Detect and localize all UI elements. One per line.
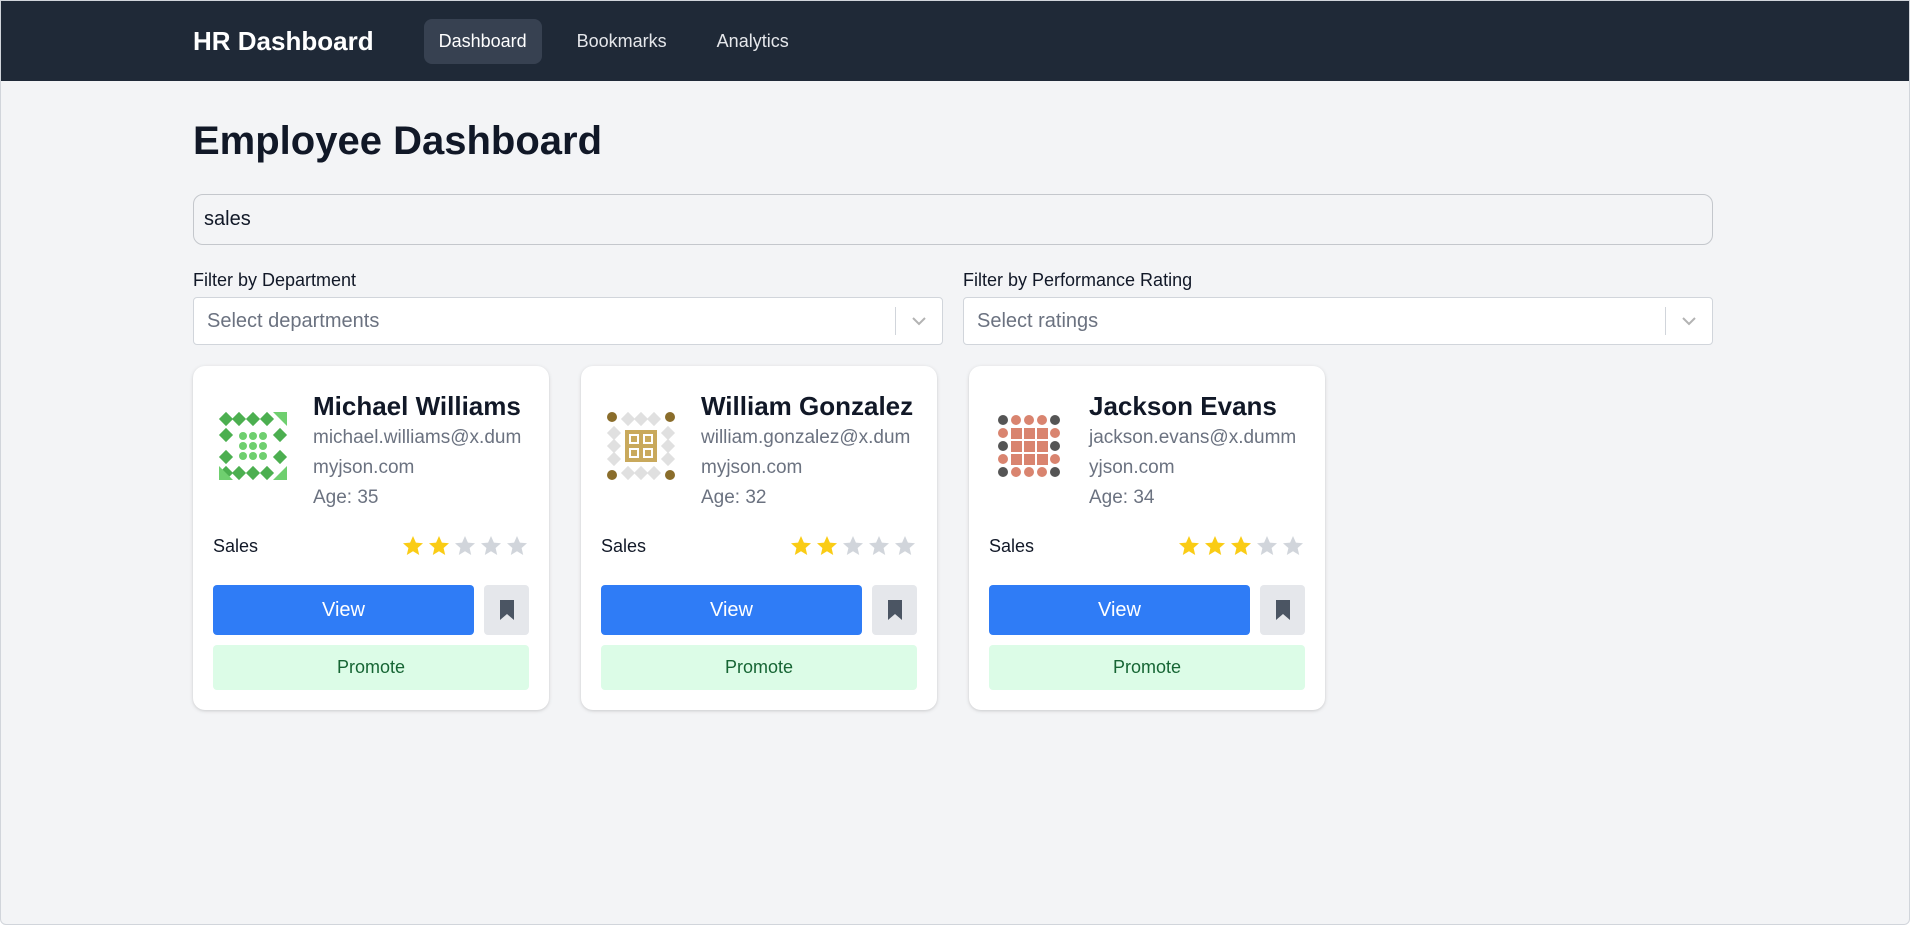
- department-filter-label: Filter by Department: [193, 270, 357, 290]
- avatar: [213, 406, 293, 486]
- bookmark-icon: [887, 600, 902, 620]
- employee-email: jackson.evans@x.dummyjson.com: [1089, 427, 1297, 478]
- employee-department: Sales: [601, 535, 647, 556]
- avatar: [601, 406, 681, 486]
- department-filter: Filter by Department Select departments: [193, 269, 943, 345]
- bookmark-icon: [499, 600, 514, 620]
- star-icon: [429, 536, 449, 555]
- employee-name: William Gonzalez: [701, 391, 914, 421]
- star-icon: [1179, 536, 1199, 555]
- star-icon: [1231, 536, 1251, 555]
- page-title: Employee Dashboard: [193, 119, 603, 163]
- employee-email: michael.williams@x.dummyjson.com: [313, 427, 522, 478]
- employee-age: Age: 34: [1089, 487, 1155, 508]
- star-icon: [1257, 536, 1277, 555]
- employee-age: Age: 35: [313, 487, 379, 508]
- promote-button[interactable]: Promote: [601, 645, 917, 690]
- bookmark-button[interactable]: [484, 585, 529, 635]
- star-icon: [791, 536, 811, 555]
- main-content: Employee Dashboard Filter by Department …: [1, 115, 1713, 710]
- nav-dashboard[interactable]: Dashboard: [423, 18, 542, 64]
- department-select[interactable]: Select departments: [193, 297, 943, 345]
- view-button[interactable]: View: [989, 585, 1250, 635]
- star-icon: [403, 536, 423, 555]
- employee-age: Age: 32: [701, 487, 767, 508]
- star-icon: [843, 536, 863, 555]
- employee-card: Jackson Evans jackson.evans@x.dummyjson.…: [969, 366, 1325, 710]
- star-icon: [481, 536, 501, 555]
- rating-select-placeholder: Select ratings: [977, 309, 1099, 332]
- star-icon: [455, 536, 475, 555]
- star-icon: [817, 536, 837, 555]
- department-select-placeholder: Select departments: [207, 309, 380, 332]
- rating-stars: [789, 534, 917, 558]
- employee-cards: Michael Williams michael.williams@x.dumm…: [193, 366, 1713, 710]
- star-icon: [895, 536, 915, 555]
- view-button[interactable]: View: [213, 585, 474, 635]
- search-input[interactable]: [193, 194, 1713, 245]
- employee-name: Jackson Evans: [1089, 391, 1277, 421]
- bookmark-button[interactable]: [1260, 585, 1305, 635]
- rating-filter: Filter by Performance Rating Select rati…: [963, 269, 1713, 345]
- rating-filter-label: Filter by Performance Rating: [963, 270, 1193, 290]
- chevron-down-icon[interactable]: [896, 311, 942, 331]
- star-icon: [1283, 536, 1303, 555]
- avatar: [989, 406, 1069, 486]
- employee-card: Michael Williams michael.williams@x.dumm…: [193, 366, 549, 710]
- star-icon: [869, 536, 889, 555]
- bookmark-icon: [1275, 600, 1290, 620]
- employee-department: Sales: [213, 535, 259, 556]
- rating-stars: [1177, 534, 1305, 558]
- nav-bookmarks[interactable]: Bookmarks: [562, 19, 682, 64]
- brand-title[interactable]: HR Dashboard: [193, 26, 374, 57]
- bookmark-button[interactable]: [872, 585, 917, 635]
- rating-stars: [401, 534, 529, 558]
- chevron-down-icon[interactable]: [1666, 311, 1712, 331]
- filters-row: Filter by Department Select departments …: [193, 269, 1713, 345]
- star-icon: [1205, 536, 1225, 555]
- employee-email: william.gonzalez@x.dummyjson.com: [701, 427, 911, 478]
- top-navbar: HR Dashboard Dashboard Bookmarks Analyti…: [1, 1, 1909, 81]
- promote-button[interactable]: Promote: [213, 645, 529, 690]
- employee-card: William Gonzalez william.gonzalez@x.dumm…: [581, 366, 937, 710]
- star-icon: [507, 536, 527, 555]
- app-window: HR Dashboard Dashboard Bookmarks Analyti…: [0, 0, 1910, 925]
- nav-analytics[interactable]: Analytics: [702, 19, 804, 64]
- promote-button[interactable]: Promote: [989, 645, 1305, 690]
- employee-department: Sales: [989, 535, 1035, 556]
- employee-name: Michael Williams: [313, 391, 521, 421]
- rating-select[interactable]: Select ratings: [963, 297, 1713, 345]
- view-button[interactable]: View: [601, 585, 862, 635]
